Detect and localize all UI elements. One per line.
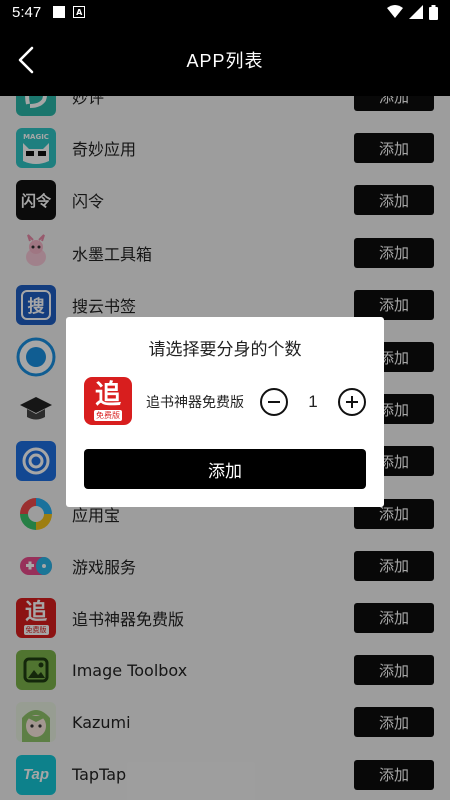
dialog-add-button[interactable]: 添加 [84,449,366,489]
plus-icon[interactable] [338,388,366,416]
wifi-icon [387,5,403,18]
clone-count-dialog: 请选择要分身的个数 追 免费版 追书神器免费版 1 添加 [66,317,384,507]
notification-icon [53,6,66,18]
dialog-title: 请选择要分身的个数 [148,340,302,360]
signal-icon [409,5,423,19]
status-bar: 5:47 A [0,0,450,24]
back-arrow-icon[interactable] [12,44,40,76]
count-stepper: 1 [260,387,366,417]
status-time: 5:47 [12,3,42,21]
app-bar: APP列表 [0,24,450,96]
battery-icon [429,4,438,20]
dialog-app-name: 追书神器免费版 [146,395,244,411]
accessibility-icon: A [73,6,86,18]
page-title: APP列表 [186,51,264,71]
minus-icon[interactable] [260,388,288,416]
zhuishu-icon: 追 免费版 [84,377,132,425]
count-value: 1 [308,392,318,411]
